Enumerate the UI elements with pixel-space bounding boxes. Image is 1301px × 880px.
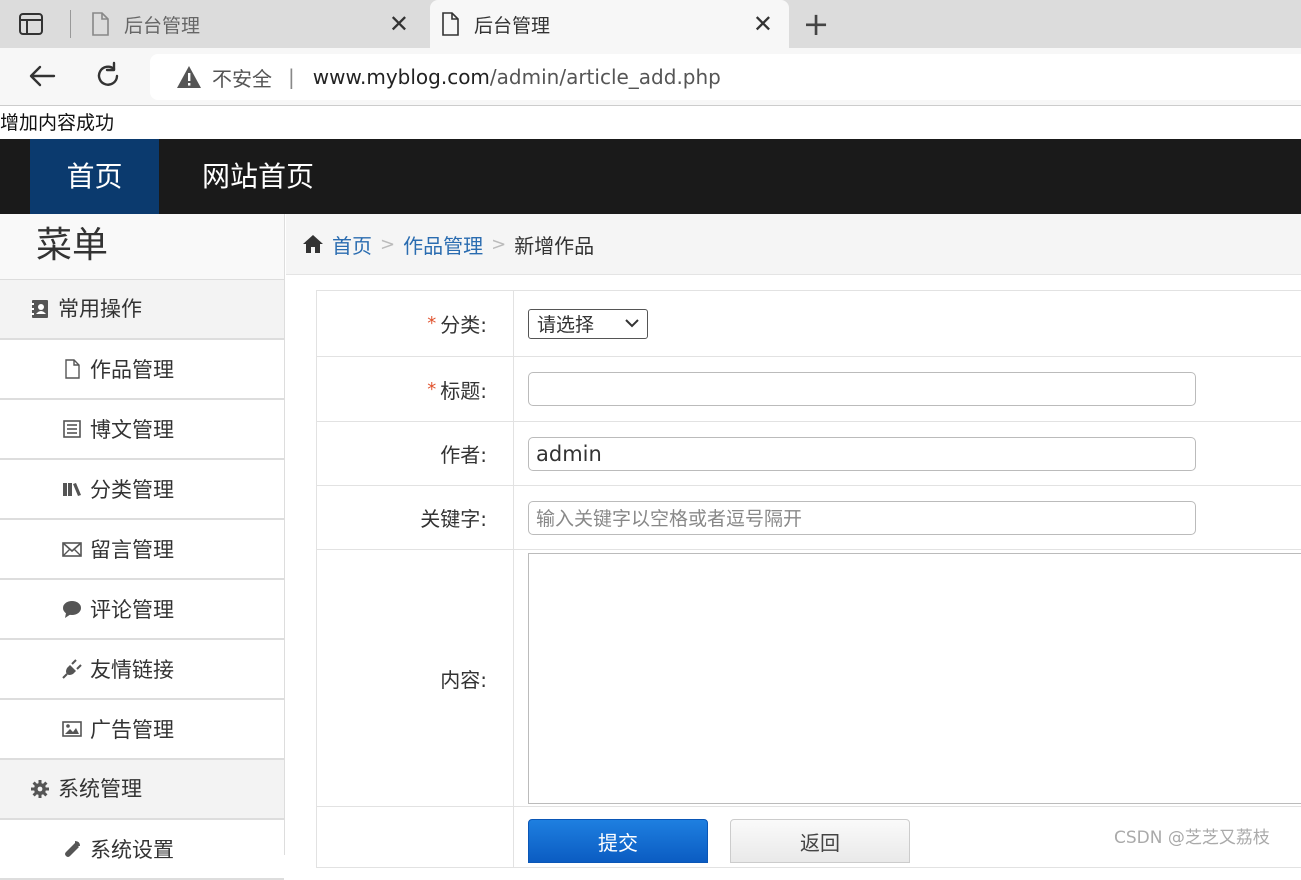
browser-tab-2[interactable]: 后台管理 ✕ [430, 0, 789, 48]
form-row-author: 作者: admin [317, 422, 1301, 486]
sidebar-item-messages[interactable]: 留言管理 [0, 520, 284, 580]
sidebar-group-label: 系统管理 [58, 777, 142, 801]
top-navigation: 首页 网站首页 [0, 139, 1301, 214]
url-host: www.myblog.com [312, 65, 490, 89]
document-icon [92, 12, 109, 36]
form-row-category: * 分类: 请选择 [317, 291, 1301, 357]
sidebar-item-categories[interactable]: 分类管理 [0, 460, 284, 520]
breadcrumb-separator: > [491, 233, 507, 255]
category-selected-value: 请选择 [537, 314, 595, 336]
sidebar-group-label: 常用操作 [58, 297, 142, 321]
close-tab-icon[interactable]: ✕ [753, 12, 773, 36]
sidebar-item-works[interactable]: 作品管理 [0, 340, 284, 400]
nav-home-link[interactable]: 首页 [30, 139, 159, 214]
sidebar-item-label: 友情链接 [90, 658, 174, 682]
security-status[interactable]: 不安全 [212, 63, 272, 92]
category-label: * 分类: [317, 291, 514, 356]
reload-icon[interactable] [92, 60, 124, 92]
new-tab-button[interactable]: + [800, 6, 832, 42]
sidebar-item-links[interactable]: 友情链接 [0, 640, 284, 700]
sidebar-item-label: 系统设置 [90, 838, 174, 862]
author-input[interactable]: admin [528, 436, 1196, 471]
breadcrumb-home-link[interactable]: 首页 [332, 230, 372, 259]
sidebar-item-posts[interactable]: 博文管理 [0, 400, 284, 460]
required-mark: * [427, 378, 437, 400]
sidebar-item-label: 广告管理 [90, 718, 174, 742]
breadcrumb: 首页 > 作品管理 > 新增作品 [286, 214, 1301, 275]
actions-label-cell [317, 807, 514, 867]
tab-separator [70, 10, 71, 38]
sidebar-item-ads[interactable]: 广告管理 [0, 700, 284, 760]
title-label-text: 标题: [440, 378, 487, 403]
browser-tab-bar: 后台管理 ✕ 后台管理 ✕ + [0, 0, 1301, 48]
books-icon [63, 483, 81, 496]
required-mark: * [427, 313, 437, 334]
comment-icon [63, 601, 81, 618]
home-icon [303, 235, 323, 253]
sidebar-item-label: 留言管理 [90, 538, 174, 562]
breadcrumb-section-link[interactable]: 作品管理 [403, 230, 483, 259]
sidebar-group-system[interactable]: 系统管理 [0, 760, 284, 820]
sidebar-title: 菜单 [0, 214, 284, 280]
form-row-title: * 标题: [317, 357, 1301, 422]
file-icon [65, 359, 80, 379]
form-row-keywords: 关键字: 输入关键字以空格或者逗号隔开 [317, 486, 1301, 550]
form-row-content: 内容: [317, 550, 1301, 807]
title-input[interactable] [528, 372, 1196, 406]
envelope-icon [62, 542, 82, 557]
wrench-icon [65, 841, 80, 857]
add-work-form: * 分类: 请选择 * 标题: 作者: admin 关键字: 输入关键字以空格或… [316, 290, 1301, 868]
warning-icon[interactable] [176, 65, 202, 89]
sidebar-item-settings[interactable]: 系统设置 [0, 820, 284, 880]
content-label: 内容: [317, 550, 514, 806]
sidebar-group-common[interactable]: 常用操作 [0, 280, 284, 340]
list-document-icon [63, 420, 81, 438]
content-textarea[interactable] [528, 553, 1301, 804]
category-select[interactable]: 请选择 [528, 308, 648, 339]
breadcrumb-separator: > [380, 233, 396, 255]
sidebar-item-comments[interactable]: 评论管理 [0, 580, 284, 640]
tab-title: 后台管理 [474, 14, 551, 37]
address-bar: 不安全 | www.myblog.com/admin/article_add.p… [0, 48, 1301, 106]
sidebar: 菜单 常用操作 作品管理 博文管理 分类管理 留言管理 评论管理 友情链接 广告… [0, 214, 285, 880]
watermark: CSDN @芝芝又荔枝 [1114, 828, 1270, 848]
title-label: * 标题: [317, 357, 514, 421]
tab-title: 后台管理 [124, 14, 201, 37]
document-icon [442, 12, 459, 36]
browser-tab-1[interactable]: 后台管理 ✕ [80, 0, 425, 48]
back-button[interactable]: 返回 [730, 819, 910, 863]
keywords-input[interactable]: 输入关键字以空格或者逗号隔开 [528, 500, 1196, 535]
tab-actions-icon[interactable] [18, 12, 44, 36]
breadcrumb-current: 新增作品 [514, 233, 595, 258]
url-path: /admin/article_add.php [489, 65, 721, 89]
address-book-icon [31, 300, 48, 318]
author-label: 作者: [317, 422, 514, 485]
sidebar-item-label: 分类管理 [90, 478, 174, 502]
url-divider: | [288, 65, 295, 89]
keywords-label: 关键字: [317, 486, 514, 549]
back-arrow-icon[interactable] [26, 60, 58, 92]
category-label-text: 分类: [440, 313, 487, 337]
gear-icon [31, 780, 49, 798]
success-message: 增加内容成功 [0, 112, 115, 134]
chevron-down-icon [625, 318, 639, 327]
sidebar-item-label: 博文管理 [90, 418, 174, 442]
url-field[interactable]: 不安全 | www.myblog.com/admin/article_add.p… [150, 54, 1301, 100]
close-tab-icon[interactable]: ✕ [389, 12, 409, 36]
nav-site-home-link[interactable]: 网站首页 [180, 139, 336, 214]
submit-button[interactable]: 提交 [528, 819, 708, 863]
sidebar-item-label: 评论管理 [90, 598, 174, 622]
sidebar-item-label: 作品管理 [90, 358, 174, 382]
plug-icon [62, 659, 82, 679]
image-icon [62, 721, 82, 737]
